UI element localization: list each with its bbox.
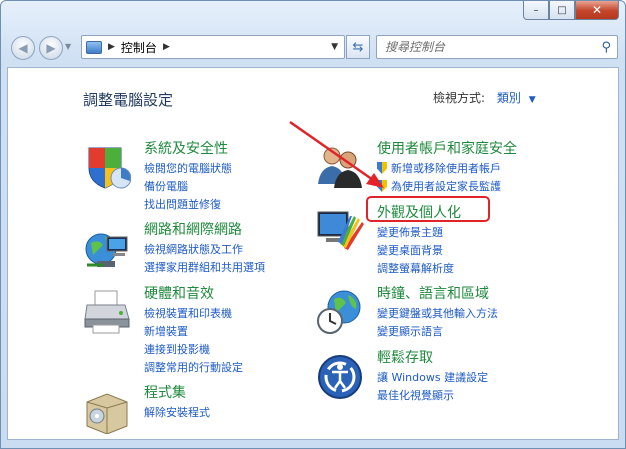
users-icon — [318, 147, 362, 188]
annotation-highlight-box — [366, 196, 490, 222]
link-find-fix-problems[interactable]: 找出問題並修復 — [144, 196, 232, 214]
link-devices-printers[interactable]: 檢視裝置和印表機 — [144, 305, 243, 323]
link-change-theme[interactable]: 變更佈景主題 — [377, 224, 454, 242]
breadcrumb-control-panel[interactable]: 控制台 — [121, 39, 157, 56]
link-homegroup-sharing[interactable]: 選擇家用群組和共用選項 — [144, 259, 265, 277]
link-add-remove-accounts[interactable]: 新增或移除使用者帳戶 — [377, 160, 501, 178]
clock-globe-icon — [317, 290, 361, 334]
address-dropdown-icon[interactable]: ▼ — [331, 42, 338, 52]
link-connect-projector[interactable]: 連接到投影機 — [144, 341, 243, 359]
link-change-keyboard-input[interactable]: 變更鍵盤或其他輸入方法 — [377, 305, 498, 323]
forward-arrow-icon[interactable]: ▶ — [39, 36, 63, 60]
minimize-button[interactable]: – — [523, 1, 549, 20]
link-optimize-visual-display[interactable]: 最佳化視覺顯示 — [377, 387, 488, 405]
category-heading-ease-of-access[interactable]: 輕鬆存取 — [377, 347, 433, 367]
link-mobility-settings[interactable]: 調整常用的行動設定 — [144, 359, 243, 377]
category-heading-network[interactable]: 網路和網際網路 — [144, 219, 242, 239]
programs-box-icon — [86, 393, 128, 434]
category-heading-system-security[interactable]: 系統及安全性 — [144, 138, 228, 158]
link-change-desktop-background[interactable]: 變更桌面背景 — [377, 242, 454, 260]
category-heading-hardware-sound[interactable]: 硬體和音效 — [144, 283, 214, 303]
refresh-icon: ⇆ — [352, 39, 364, 55]
back-arrow-icon[interactable]: ◀ — [11, 36, 35, 60]
breadcrumb-chevron-icon[interactable]: ▶ — [108, 42, 115, 52]
uac-shield-icon — [377, 180, 387, 192]
view-by: 檢視方式: 類別 ▼ — [433, 89, 536, 106]
link-backup-computer[interactable]: 備份電腦 — [144, 178, 232, 196]
control-panel-window: – □ ✕ ◀ ▶ ▼ ▶ 控制台 ▶ ▼ ⇆ ⚲ 調整電腦設定 檢視方式: 類… — [0, 0, 626, 449]
link-add-device[interactable]: 新增裝置 — [144, 323, 243, 341]
category-heading-clock-region[interactable]: 時鐘、語言和區域 — [377, 283, 489, 303]
refresh-button[interactable]: ⇆ — [346, 35, 370, 59]
link-parental-controls[interactable]: 為使用者設定家長監護 — [377, 178, 501, 196]
search-icon[interactable]: ⚲ — [601, 40, 611, 55]
breadcrumb-chevron-icon[interactable]: ▶ — [163, 42, 170, 52]
shield-security-icon — [88, 147, 131, 189]
link-view-network-status[interactable]: 檢視網路狀態及工作 — [144, 241, 265, 259]
category-heading-programs[interactable]: 程式集 — [144, 382, 186, 402]
address-bar[interactable]: ▶ 控制台 ▶ ▼ — [81, 35, 345, 59]
recent-pages-dropdown[interactable]: ▼ — [65, 42, 71, 51]
close-button[interactable]: ✕ — [575, 1, 619, 20]
printer-icon — [84, 290, 130, 334]
link-uninstall-program[interactable]: 解除安裝程式 — [144, 404, 210, 422]
control-panel-icon — [86, 40, 102, 54]
chevron-down-icon[interactable]: ▼ — [529, 95, 536, 105]
network-globe-icon — [85, 233, 128, 267]
content-pane: 調整電腦設定 檢視方式: 類別 ▼ 系統及安全性 檢閱您的電腦狀態 備份電腦 找… — [7, 67, 619, 440]
search-input[interactable] — [385, 40, 602, 54]
category-heading-user-accounts[interactable]: 使用者帳戶和家庭安全 — [377, 138, 517, 158]
ease-of-access-icon — [318, 355, 362, 399]
link-windows-suggest-settings[interactable]: 讓 Windows 建議設定 — [377, 369, 488, 387]
page-title: 調整電腦設定 — [83, 91, 174, 109]
uac-shield-icon — [377, 162, 387, 174]
appearance-monitor-icon — [317, 211, 364, 250]
view-by-label: 檢視方式: — [433, 91, 486, 105]
link-review-computer-status[interactable]: 檢閱您的電腦狀態 — [144, 160, 232, 178]
link-change-display-language[interactable]: 變更顯示語言 — [377, 323, 498, 341]
search-box[interactable]: ⚲ — [376, 35, 618, 59]
link-adjust-resolution[interactable]: 調整螢幕解析度 — [377, 260, 454, 278]
view-by-dropdown[interactable]: 類別 — [497, 91, 521, 105]
caption-buttons: – □ ✕ — [523, 1, 619, 20]
maximize-button[interactable]: □ — [549, 1, 575, 20]
